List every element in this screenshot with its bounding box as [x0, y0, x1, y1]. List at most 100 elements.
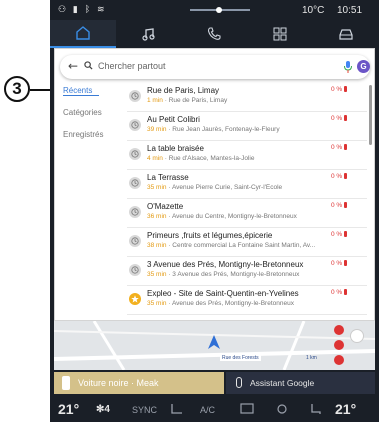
results-list: Rue de Paris, Limay 1 min · Rue de Paris,… — [127, 83, 367, 315]
result-subtitle: 38 min · Centre commercial La Fontaine S… — [147, 242, 359, 249]
battery-icon — [344, 231, 348, 237]
bottom-info-bar: Voiture noire · Meak Assistant Google — [54, 372, 375, 394]
battery-badge: 0 % — [331, 260, 348, 267]
battery-icon — [344, 115, 348, 121]
history-icon — [129, 119, 141, 131]
media-widget[interactable]: Voiture noire · Meak — [54, 372, 224, 394]
sidebar-active-indicator — [63, 95, 99, 96]
search-icon — [84, 61, 93, 70]
result-duration: 4 min — [147, 155, 163, 162]
result-duration: 36 min — [147, 213, 167, 220]
history-icon — [129, 177, 141, 189]
history-icon — [129, 148, 141, 160]
sidebar-item-saved[interactable]: Enregistrés — [55, 129, 125, 151]
result-row[interactable]: 3 Avenue des Prés, Montigny-le-Bretonneu… — [127, 257, 367, 286]
search-bar[interactable]: ← Chercher partout G — [60, 55, 370, 79]
status-icons: ⚇ ▮ ᛒ ≋ — [58, 5, 107, 15]
media-track: Voiture noire · Meak — [78, 378, 159, 388]
battery-icon — [344, 86, 348, 92]
status-bar: ⚇ ▮ ᛒ ≋ 10°C 10:51 — [50, 0, 379, 20]
result-title: Expleo - Site de Saint-Quentin-en-Yvelin… — [147, 289, 299, 298]
defrost-icon[interactable] — [240, 403, 254, 415]
battery-icon — [344, 260, 348, 266]
fan-level[interactable]: ✻4 — [96, 404, 110, 415]
result-row[interactable]: Expleo - Site de Saint-Quentin-en-Yvelin… — [127, 286, 367, 315]
assistant-label: Assistant Google — [250, 378, 315, 388]
result-subtitle: 39 min · Rue Jean Jaurès, Fontenay-le-Fl… — [147, 126, 359, 133]
history-icon — [129, 206, 141, 218]
battery-badge: 0 % — [331, 144, 348, 151]
sidebar-item-recents[interactable]: Récents — [55, 85, 125, 107]
driver-temperature[interactable]: 21° — [58, 401, 79, 417]
tab-music[interactable] — [116, 20, 182, 48]
result-title: 3 Avenue des Prés, Montigny-le-Bretonneu… — [147, 260, 304, 269]
result-row[interactable]: La Terrasse 35 min · Avenue Pierre Curie,… — [127, 170, 367, 199]
battery-badge: 0 % — [331, 289, 348, 296]
passenger-temperature[interactable]: 21° — [335, 401, 356, 417]
result-duration: 38 min — [147, 242, 167, 249]
sidebar-item-categories[interactable]: Catégories — [55, 107, 125, 129]
result-row[interactable]: O'Mazette 36 min · Avenue du Centre, Mont… — [127, 199, 367, 228]
result-address: · Avenue des Prés, Montigny-le-Bretonneu… — [168, 300, 294, 307]
result-duration: 35 min — [147, 271, 167, 278]
seat-icon[interactable] — [308, 403, 322, 415]
top-navigation — [50, 20, 379, 48]
result-row[interactable]: Au Petit Colibri 39 min · Rue Jean Jaurès… — [127, 112, 367, 141]
search-panel: ← Chercher partout G Récents Catégories … — [54, 48, 375, 321]
tab-home[interactable] — [50, 20, 116, 48]
home-icon — [76, 26, 90, 40]
history-icon — [129, 235, 141, 247]
result-row[interactable]: La table braisée 4 min · Rue d'Alsace, Ma… — [127, 141, 367, 170]
result-subtitle: 1 min · Rue de Paris, Limay — [147, 97, 359, 104]
history-icon — [129, 264, 141, 276]
position-arrow-icon — [208, 335, 220, 349]
battery-badge: 0 % — [331, 231, 348, 238]
apps-icon — [273, 27, 287, 41]
result-row[interactable]: Rue de Paris, Limay 1 min · Rue de Paris,… — [127, 83, 367, 112]
result-title: Rue de Paris, Limay — [147, 86, 220, 95]
result-address: · Centre commercial La Fontaine Saint Ma… — [168, 242, 316, 249]
airflow-icon[interactable] — [275, 403, 289, 415]
brightness-slider[interactable] — [190, 7, 250, 13]
result-address: · Rue de Paris, Limay — [164, 97, 228, 104]
battery-value: 0 % — [331, 144, 343, 151]
bluetooth-icon — [62, 376, 70, 390]
ac-button[interactable]: A/C — [200, 405, 215, 415]
result-subtitle: 36 min · Avenue du Centre, Montigny-le-B… — [147, 213, 359, 220]
battery-value: 0 % — [331, 86, 343, 93]
tab-vehicle[interactable] — [313, 20, 379, 48]
result-address: · Rue Jean Jaurès, Fontenay-le-Fleury — [168, 126, 280, 133]
battery-icon — [344, 289, 348, 295]
fan-level-value: 4 — [104, 404, 110, 415]
battery-icon — [344, 173, 348, 179]
outside-temperature: 10°C — [302, 5, 325, 16]
battery-value: 0 % — [331, 202, 343, 209]
recenter-button[interactable] — [350, 329, 364, 343]
clock: 10:51 — [337, 5, 363, 16]
tab-apps[interactable] — [247, 20, 313, 48]
result-row[interactable]: Primeurs ,fruits et légumes,épicerie 38 m… — [127, 228, 367, 257]
map-scale: 1 km — [306, 355, 317, 361]
infotainment-screen: ⚇ ▮ ᛒ ≋ 10°C 10:51 ← Chercher partout G — [50, 0, 379, 422]
search-input[interactable]: Chercher partout — [98, 61, 166, 71]
avatar[interactable]: G — [357, 60, 370, 73]
result-duration: 1 min — [147, 97, 163, 104]
scrollbar[interactable] — [369, 85, 372, 145]
battery-icon — [344, 202, 348, 208]
back-arrow-icon[interactable]: ← — [68, 59, 78, 73]
phone-icon — [208, 27, 222, 40]
tab-phone[interactable] — [182, 20, 248, 48]
battery-value: 0 % — [331, 115, 343, 122]
map-view[interactable]: Rue des Forests 1 km — [54, 321, 375, 370]
result-subtitle: 35 min · Avenue Pierre Curie, Saint-Cyr-… — [147, 184, 359, 191]
result-address: · Avenue Pierre Curie, Saint-Cyr-l'École — [168, 184, 283, 191]
result-duration: 35 min — [147, 300, 167, 307]
car-icon — [339, 29, 353, 40]
sync-button[interactable]: SYNC — [132, 405, 157, 415]
seat-heat-icon[interactable] — [170, 403, 184, 415]
climate-bar: 21° ✻4 SYNC A/C 21° — [50, 396, 379, 422]
microphone-icon — [236, 377, 242, 388]
assistant-button[interactable]: Assistant Google — [226, 372, 375, 394]
battery-icon — [344, 144, 348, 150]
microphone-icon[interactable] — [342, 60, 354, 74]
